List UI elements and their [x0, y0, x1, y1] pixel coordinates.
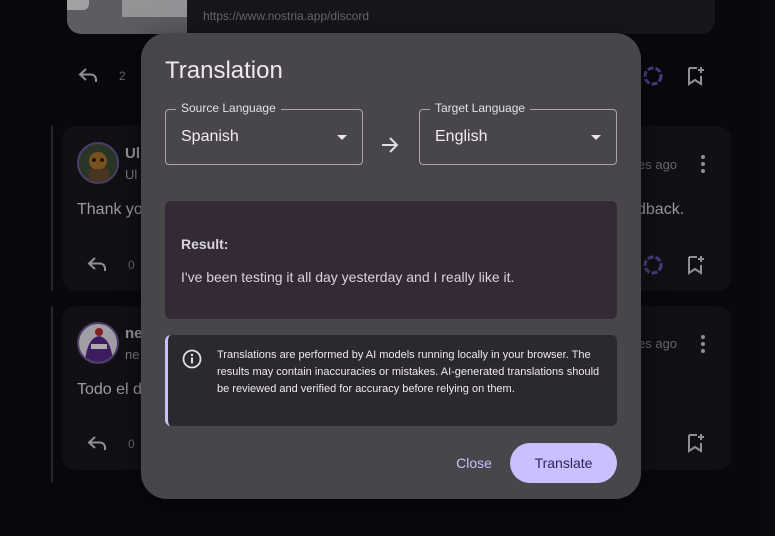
target-language-label: Target Language — [430, 101, 531, 115]
close-button[interactable]: Close — [436, 443, 512, 483]
info-icon — [182, 349, 202, 369]
target-language-value: English — [435, 128, 488, 145]
arrow-right-icon — [382, 137, 399, 153]
dropdown-caret-icon — [337, 135, 347, 140]
dropdown-caret-icon — [591, 135, 601, 140]
source-language-value: Spanish — [181, 128, 239, 145]
dialog-title: Translation — [165, 57, 283, 84]
info-notice-text: Translations are performed by AI models … — [217, 349, 600, 395]
source-language-label: Source Language — [176, 101, 281, 115]
result-label: Result: — [181, 236, 229, 252]
translate-button[interactable]: Translate — [510, 443, 617, 483]
source-language-select[interactable]: Source Language Spanish — [165, 101, 363, 165]
info-notice: Translations are performed by AI models … — [165, 335, 617, 426]
translation-dialog: Translation Source Language Spanish Targ… — [141, 33, 641, 499]
result-text: I've been testing it all day yesterday a… — [181, 269, 515, 285]
target-language-select[interactable]: Target Language English — [419, 101, 617, 165]
result-panel: Result: I've been testing it all day yes… — [165, 201, 617, 319]
